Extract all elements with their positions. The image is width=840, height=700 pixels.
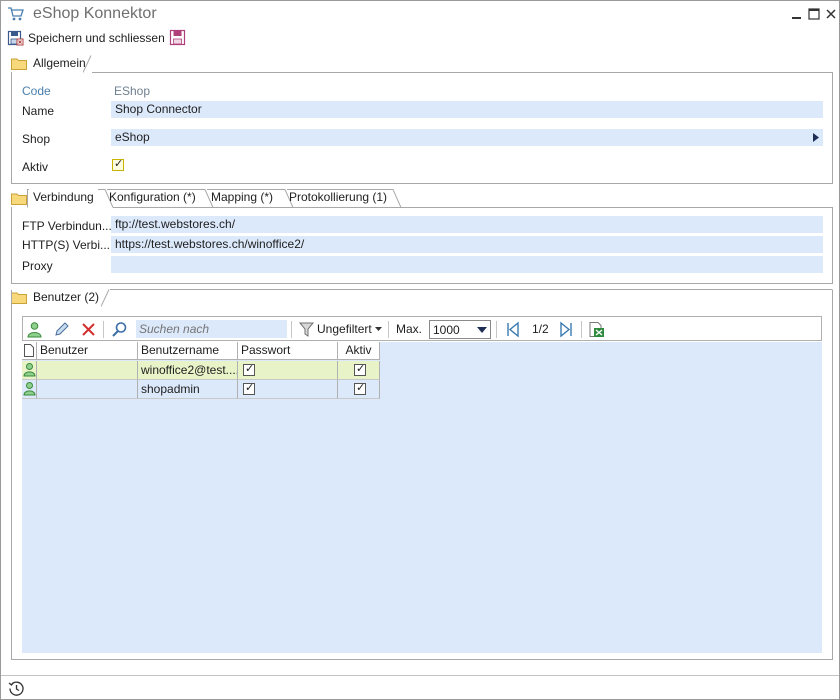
- proxy-field[interactable]: [111, 256, 823, 273]
- cell-active[interactable]: ✓: [338, 361, 380, 380]
- page-indicator: 1/2: [532, 322, 549, 336]
- column-header-username[interactable]: Benutzername: [138, 342, 238, 360]
- chevron-down-icon[interactable]: [474, 321, 490, 338]
- active-checkbox[interactable]: ✓: [354, 363, 366, 376]
- max-label: Max.: [396, 322, 423, 336]
- shop-field-value: eShop: [115, 130, 150, 144]
- cart-icon: [8, 7, 24, 21]
- excel-export-icon[interactable]: [588, 321, 605, 338]
- separator: [388, 321, 389, 338]
- password-checkbox[interactable]: ✓: [243, 363, 255, 376]
- search-icon[interactable]: [111, 321, 128, 338]
- max-select[interactable]: 1000: [429, 320, 491, 339]
- cell-active[interactable]: ✓: [338, 380, 380, 399]
- row-icon-cell: [22, 380, 37, 399]
- code-label: Code: [22, 84, 51, 98]
- document-icon: [24, 344, 34, 357]
- checkmark-icon: ✓: [114, 158, 124, 170]
- column-header-active[interactable]: Aktiv: [338, 342, 380, 360]
- http-label: HTTP(S) Verbi...: [22, 238, 111, 252]
- save-and-close-button[interactable]: Speichern und schliessen: [7, 29, 165, 47]
- save-close-icon: [7, 30, 24, 45]
- active-checkbox[interactable]: ✓: [354, 382, 366, 395]
- name-field[interactable]: Shop Connector: [111, 101, 823, 118]
- name-label: Name: [22, 104, 55, 118]
- history-icon[interactable]: [8, 680, 25, 697]
- active-checkbox[interactable]: ✓: [112, 158, 124, 171]
- user-icon: [23, 363, 36, 377]
- chevron-right-icon[interactable]: [813, 133, 819, 142]
- search-input[interactable]: [136, 320, 287, 338]
- tab-connection[interactable]: Verbindung: [29, 189, 98, 207]
- last-page-icon[interactable]: [558, 321, 575, 338]
- filter-dropdown[interactable]: Ungefiltert: [317, 322, 372, 336]
- tab-general[interactable]: Allgemein: [27, 55, 92, 73]
- connection-tabs-header: Verbindung Konfiguration (*) Mapping (*)…: [11, 189, 833, 208]
- first-page-icon[interactable]: [504, 321, 521, 338]
- cell-password[interactable]: ✓: [238, 361, 338, 380]
- grid-toolbar: Ungefiltert Max. 1000 1/2: [22, 316, 822, 341]
- password-checkbox[interactable]: ✓: [243, 382, 255, 395]
- cell-user[interactable]: [37, 380, 138, 399]
- shop-label: Shop: [22, 132, 51, 146]
- grid-header: Benutzer Benutzername Passwort Aktiv: [22, 342, 380, 360]
- cell-username[interactable]: winoffice2@test....: [138, 361, 238, 380]
- maximize-icon[interactable]: [807, 7, 821, 21]
- row-icon-cell: [22, 361, 37, 380]
- title-bar: eShop Konnektor: [1, 1, 839, 27]
- tab-border: [83, 55, 833, 73]
- save-close-label: Speichern und schliessen: [28, 31, 165, 45]
- checkmark-icon: ✓: [356, 363, 366, 375]
- separator: [496, 321, 497, 338]
- checkmark-icon: ✓: [245, 363, 255, 375]
- tab-configuration[interactable]: Konfiguration (*): [105, 189, 200, 207]
- folder-icon: [11, 193, 27, 205]
- separator: [291, 321, 292, 338]
- folder-icon: [11, 58, 27, 70]
- column-header-password[interactable]: Passwort: [238, 342, 338, 360]
- cell-username[interactable]: shopadmin: [138, 380, 238, 399]
- proxy-label: Proxy: [22, 259, 53, 273]
- tab-general-label: Allgemein: [33, 56, 86, 70]
- ftp-field[interactable]: ftp://test.webstores.ch/: [111, 216, 823, 233]
- checkmark-icon: ✓: [245, 382, 255, 394]
- checkmark-icon: ✓: [356, 382, 366, 394]
- filter-icon[interactable]: [298, 321, 315, 338]
- separator: [103, 321, 104, 338]
- active-label: Aktiv: [22, 160, 49, 174]
- tab-mapping-label: Mapping (*): [211, 190, 274, 204]
- delete-icon[interactable]: [80, 321, 97, 338]
- minimize-icon[interactable]: [790, 7, 804, 21]
- save-icon[interactable]: [169, 29, 186, 46]
- table-row[interactable]: winoffice2@test.... ✓ ✓: [22, 361, 380, 380]
- chevron-down-icon[interactable]: [375, 327, 382, 331]
- tab-logging[interactable]: Protokollierung (1): [285, 189, 391, 207]
- row-header-cell: [22, 342, 37, 360]
- user-icon: [23, 382, 36, 396]
- add-user-icon[interactable]: [26, 321, 43, 338]
- main-toolbar: Speichern und schliessen: [1, 27, 839, 49]
- shop-field[interactable]: eShop: [111, 129, 823, 146]
- http-field[interactable]: https://test.webstores.ch/winoffice2/: [111, 236, 823, 253]
- separator: [581, 321, 582, 338]
- cell-password[interactable]: ✓: [238, 380, 338, 399]
- cell-user[interactable]: [37, 361, 138, 380]
- eshop-window: eShop Konnektor Speichern und schliessen: [0, 0, 840, 700]
- tab-connection-label: Verbindung: [33, 190, 94, 204]
- window-title: eShop Konnektor: [33, 5, 157, 22]
- table-row[interactable]: shopadmin ✓ ✓: [22, 380, 380, 399]
- column-header-user[interactable]: Benutzer: [37, 342, 138, 360]
- tab-logging-label: Protokollierung (1): [289, 190, 388, 204]
- close-icon[interactable]: [824, 7, 838, 21]
- tab-mapping[interactable]: Mapping (*): [207, 189, 277, 207]
- tab-configuration-label: Konfiguration (*): [109, 190, 196, 204]
- status-bar: [1, 675, 839, 699]
- general-group-header: Allgemein: [11, 55, 833, 73]
- code-value: EShop: [114, 84, 151, 98]
- max-value: 1000: [433, 323, 460, 337]
- edit-pencil-icon[interactable]: [53, 321, 70, 338]
- ftp-label: FTP Verbindun...: [22, 219, 112, 233]
